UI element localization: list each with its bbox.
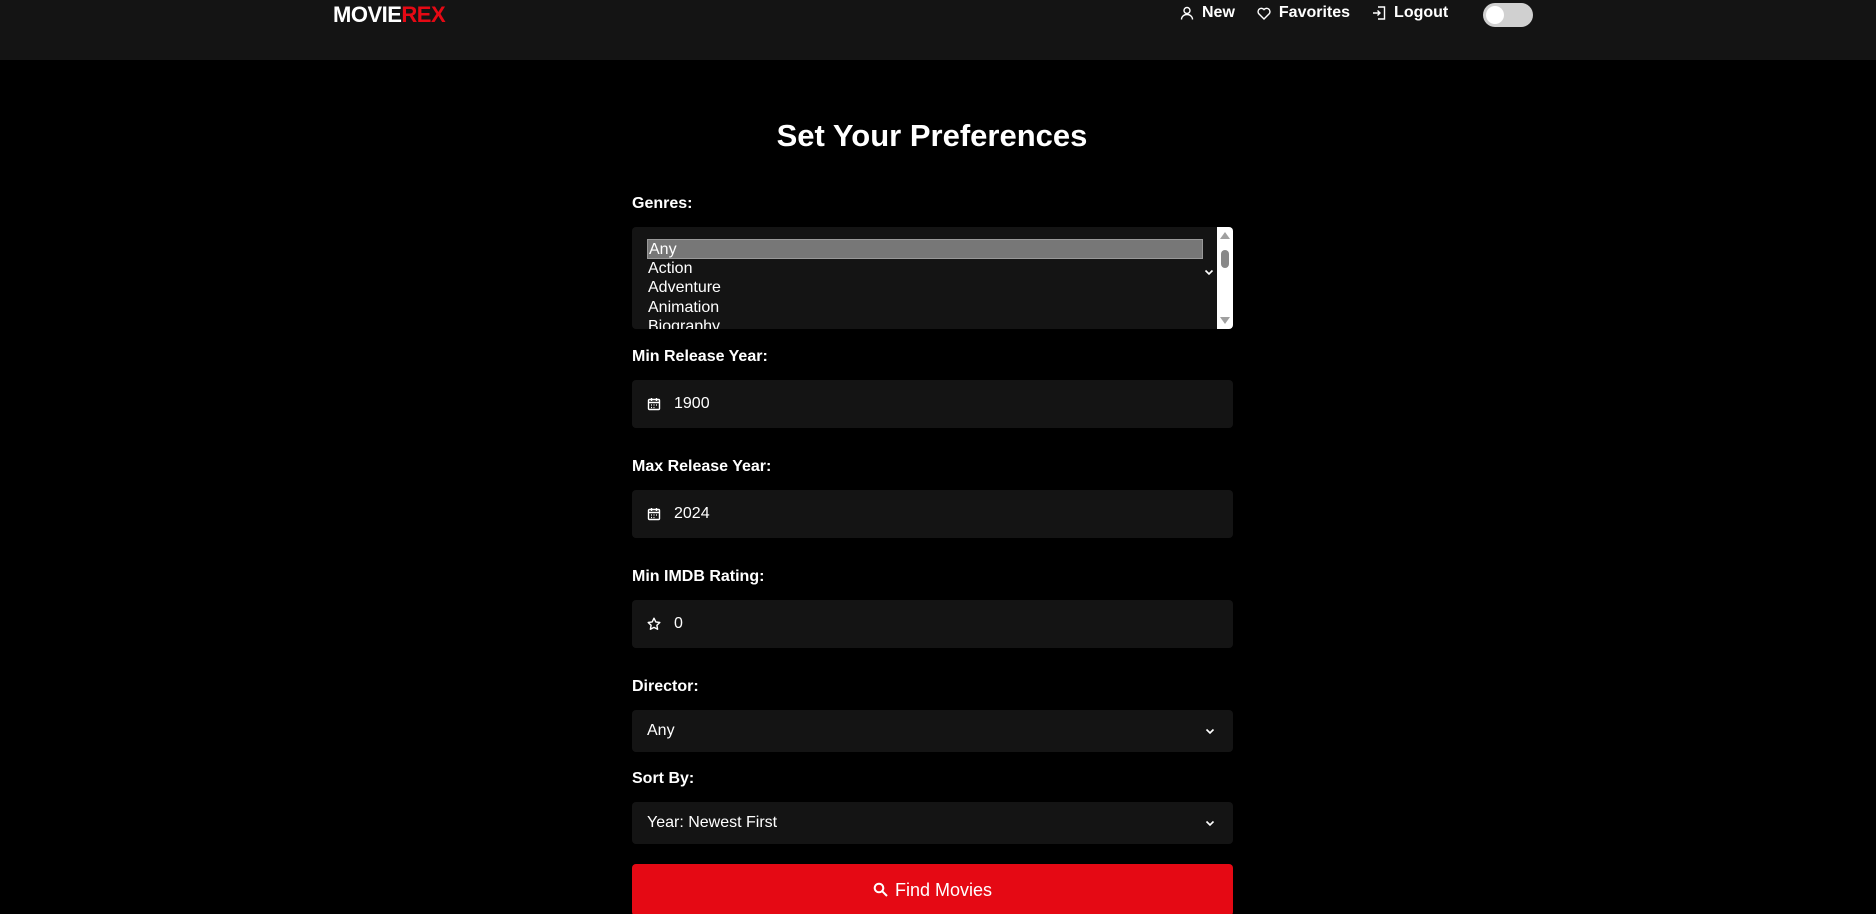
page-title: Set Your Preferences xyxy=(776,118,1088,153)
nav-new-link[interactable]: New xyxy=(1180,4,1235,22)
chevron-down-icon xyxy=(1204,269,1214,276)
find-movies-button[interactable]: Find Movies xyxy=(632,864,1233,914)
search-icon xyxy=(873,882,888,897)
max-year-input[interactable]: 2024 xyxy=(632,490,1233,538)
max-year-value: 2024 xyxy=(674,505,710,522)
star-icon xyxy=(647,617,661,630)
brand-logo-part2: REX xyxy=(401,2,446,27)
nav-logout-link[interactable]: Logout xyxy=(1372,4,1448,22)
logout-icon xyxy=(1373,6,1386,20)
min-rating-input[interactable]: 0 xyxy=(632,600,1233,648)
genre-option-action[interactable]: Action xyxy=(647,259,1203,279)
min-rating-label: Min IMDB Rating: xyxy=(632,568,765,585)
nav-favorites-link[interactable]: Favorites xyxy=(1257,4,1350,22)
brand-logo-part1: MOVIE xyxy=(333,2,402,27)
sort-by-value: Year: Newest First xyxy=(647,814,778,831)
calendar-icon xyxy=(647,508,661,521)
max-year-label: Max Release Year: xyxy=(632,458,772,475)
min-year-input[interactable]: 1900 xyxy=(632,380,1233,428)
heart-icon xyxy=(1257,7,1271,20)
genres-select[interactable]: Any Action Adventure Animation Biography xyxy=(632,227,1233,329)
nav-links: New Favorites Logout xyxy=(1180,4,1470,22)
chevron-down-icon xyxy=(1205,820,1215,826)
calendar-icon xyxy=(647,398,661,411)
preferences-form: Genres: Any Action Adventure Animation B… xyxy=(632,195,1233,914)
theme-toggle-knob xyxy=(1486,6,1504,24)
scroll-down-arrow-icon[interactable] xyxy=(1220,317,1230,324)
sort-by-label: Sort By: xyxy=(632,770,695,787)
find-movies-label: Find Movies xyxy=(894,879,993,900)
nav-favorites-label: Favorites xyxy=(1278,4,1351,21)
genres-label: Genres: xyxy=(632,195,693,212)
min-rating-value: 0 xyxy=(674,615,683,632)
min-year-value: 1900 xyxy=(674,395,710,412)
brand-logo[interactable]: MOVIEREX xyxy=(333,2,446,28)
scroll-up-arrow-icon[interactable] xyxy=(1220,232,1230,239)
user-icon xyxy=(1180,6,1194,20)
nav-logout-label: Logout xyxy=(1394,4,1449,21)
genre-option-adventure[interactable]: Adventure xyxy=(647,278,1203,298)
theme-toggle[interactable] xyxy=(1483,3,1533,27)
genre-option-biography[interactable]: Biography xyxy=(647,317,1203,329)
director-value: Any xyxy=(647,722,675,739)
genres-options: Any Action Adventure Animation Biography xyxy=(647,239,1203,329)
genres-scrollbar[interactable] xyxy=(1217,227,1233,329)
scrollbar-thumb[interactable] xyxy=(1221,250,1229,268)
min-year-label: Min Release Year: xyxy=(632,348,768,365)
sort-by-select[interactable]: Year: Newest First xyxy=(632,802,1233,844)
navbar: MOVIEREX New Favorites Logout xyxy=(0,0,1876,60)
chevron-down-icon xyxy=(1205,728,1215,734)
director-select[interactable]: Any xyxy=(632,710,1233,752)
genre-option-animation[interactable]: Animation xyxy=(647,298,1203,318)
genre-option-any[interactable]: Any xyxy=(647,239,1203,259)
nav-new-label: New xyxy=(1202,4,1235,21)
director-label: Director: xyxy=(632,678,699,695)
